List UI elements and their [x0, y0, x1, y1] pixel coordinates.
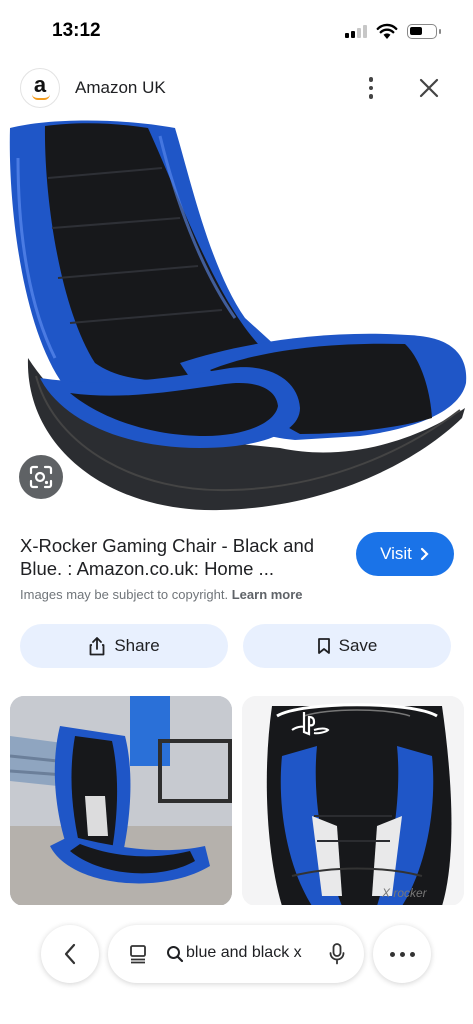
status-time: 13:12 [52, 20, 101, 41]
wifi-icon [376, 23, 398, 39]
google-lens-icon[interactable] [19, 455, 63, 499]
source-name[interactable]: Amazon UK [75, 78, 166, 98]
close-icon[interactable] [414, 73, 444, 103]
search-icon [167, 946, 184, 963]
save-button[interactable]: Save [243, 624, 451, 668]
more-menu-button[interactable] [373, 925, 431, 983]
tabs-icon[interactable] [128, 944, 148, 964]
back-button[interactable] [41, 925, 99, 983]
status-bar: 13:12 [0, 0, 473, 62]
save-label: Save [338, 636, 378, 655]
related-image-2[interactable]: X rocker [242, 696, 464, 906]
chevron-right-icon [420, 547, 429, 561]
search-bar[interactable]: blue and black x [108, 925, 364, 983]
more-options-icon[interactable] [356, 72, 386, 104]
microphone-icon[interactable] [328, 942, 346, 966]
signal-icon [345, 24, 367, 38]
main-image[interactable] [0, 118, 473, 518]
copyright-notice: Images may be subject to copyright. Lear… [20, 587, 303, 602]
amazon-logo[interactable]: a [20, 68, 60, 108]
copyright-text: Images may be subject to copyright. [20, 587, 229, 602]
amazon-smile-icon [32, 94, 50, 100]
chevron-left-icon [64, 943, 76, 965]
visit-label: Visit [380, 544, 412, 563]
related-image-1[interactable] [10, 696, 232, 906]
x-rocker-logo: X rocker [382, 886, 427, 900]
battery-icon [407, 24, 441, 39]
visit-button[interactable]: Visit [356, 532, 454, 576]
playstation-logo-icon [291, 712, 330, 736]
source-header: a Amazon UK [0, 66, 473, 110]
learn-more-link[interactable]: Learn more [232, 587, 303, 602]
share-icon [89, 637, 105, 656]
share-button[interactable]: Share [20, 624, 228, 668]
image-viewer-page: 13:12 a Amazon UK X-Rocker Gaming Chair … [0, 0, 473, 1024]
bookmark-icon [317, 638, 330, 654]
search-query[interactable]: blue and black x [186, 944, 316, 962]
result-title[interactable]: X-Rocker Gaming Chair - Black and Blue. … [20, 534, 340, 580]
share-label: Share [114, 636, 160, 655]
